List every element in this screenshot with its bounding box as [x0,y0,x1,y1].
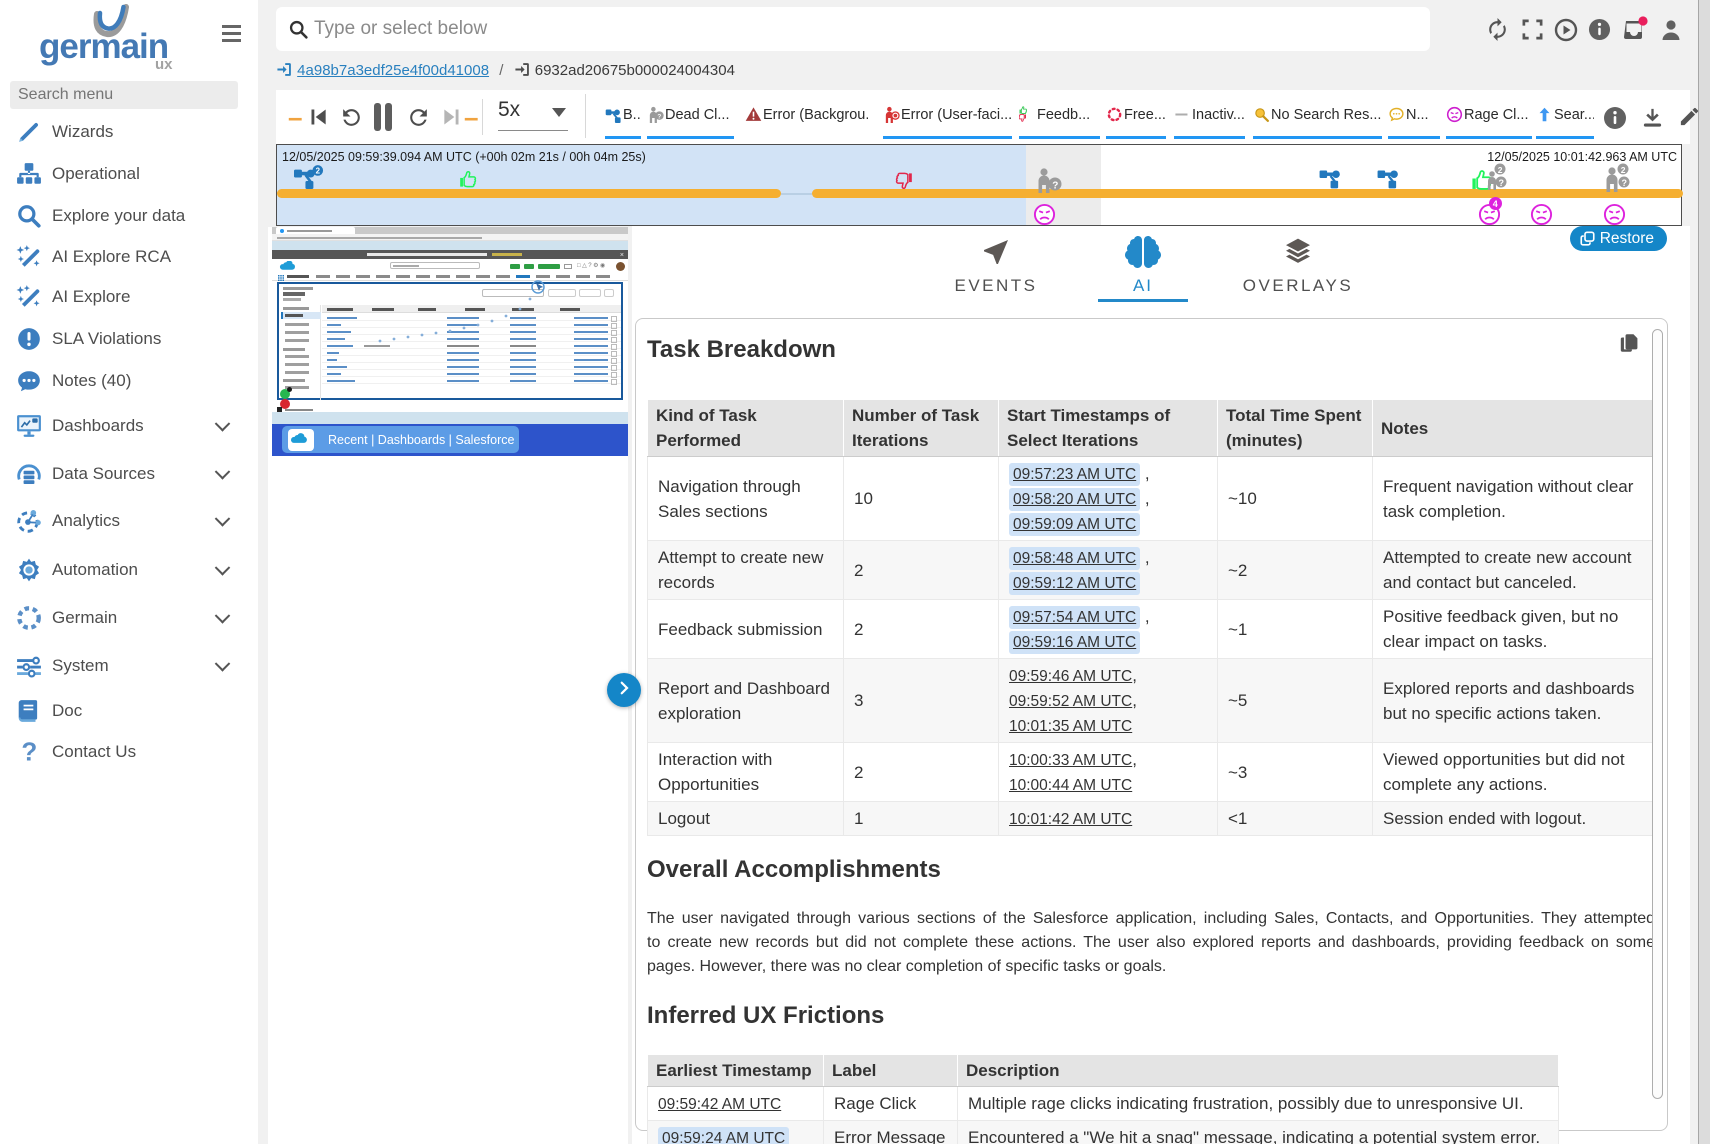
svg-text:ux: ux [155,56,173,73]
svg-text:4: 4 [1493,199,1498,209]
svg-text:2: 2 [1621,165,1626,175]
svg-text:2: 2 [1498,165,1503,175]
svg-text:?: ? [1499,178,1505,188]
svg-text:germain: germain [39,27,168,66]
svg-text:?: ? [1052,181,1058,192]
svg-text:2: 2 [316,167,321,176]
svg-text:?: ? [21,739,37,765]
svg-text:?: ? [657,114,661,121]
svg-text:?: ? [1622,178,1628,188]
